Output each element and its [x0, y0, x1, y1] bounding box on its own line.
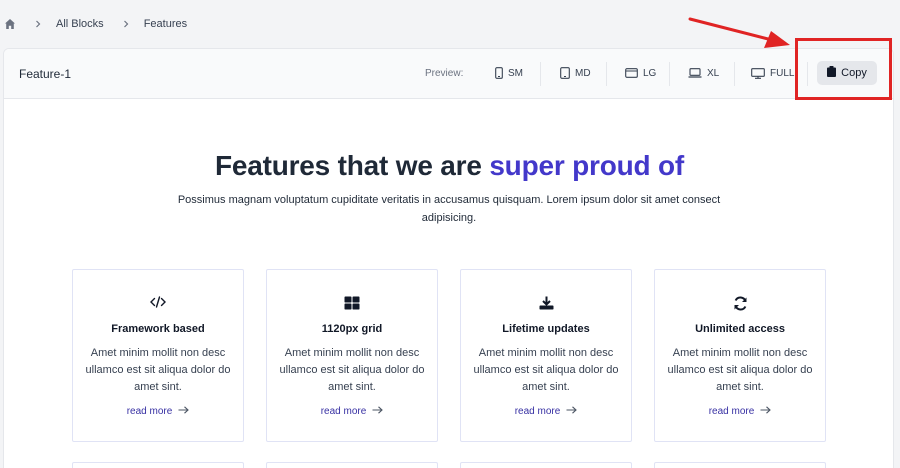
arrow-right-icon	[760, 406, 772, 417]
arrow-right-icon	[372, 406, 384, 417]
preview-toolbar: Feature-1 Preview: SM MD LG XL FULL Copy	[4, 49, 893, 99]
preview-xl-button[interactable]: XL	[688, 64, 719, 82]
phone-icon	[495, 67, 503, 79]
preview-xl-label: XL	[707, 67, 720, 79]
feature-card: 1120px grid Amet minim mollit non desc u…	[266, 269, 438, 442]
feature-card-next-row	[460, 462, 632, 468]
read-more-label: read more	[320, 406, 367, 417]
preview-md-button[interactable]: MD	[560, 64, 591, 82]
arrow-right-icon	[566, 406, 578, 417]
feature-card-body: Amet minim mollit non desc ullamco est s…	[473, 347, 619, 393]
feature-card-next-row	[72, 462, 244, 468]
preview-lg-label: LG	[643, 67, 657, 79]
feature-card-next-row	[654, 462, 826, 468]
read-more-label: read more	[126, 406, 173, 417]
preview-lg-button[interactable]: LG	[625, 64, 656, 82]
laptop-icon	[688, 68, 702, 78]
feature-card: Unlimited access Amet minim mollit non d…	[654, 269, 826, 442]
arrow-right-icon	[178, 406, 190, 417]
feature-card-title: Lifetime updates	[502, 323, 590, 335]
preview-label: Preview:	[425, 68, 464, 79]
section-title-main: Features that we are	[214, 150, 482, 181]
feature-card-body: Amet minim mollit non desc ullamco est s…	[667, 347, 813, 393]
feature-card-body: Amet minim mollit non desc ullamco est s…	[85, 347, 231, 393]
download-icon	[461, 296, 631, 310]
grid-icon	[267, 296, 437, 310]
breadcrumb-current: Features	[143, 18, 188, 30]
read-more-link[interactable]: read more	[73, 406, 243, 417]
tablet-icon	[560, 67, 570, 79]
feature-section: Features that we are super proud of Poss…	[4, 99, 893, 468]
feature-card-next-row	[266, 462, 438, 468]
feature-card-title: Framework based	[111, 323, 205, 335]
read-more-label: read more	[514, 406, 561, 417]
feature-card-title: Unlimited access	[695, 323, 785, 335]
section-title-accent: super proud of	[489, 150, 685, 181]
chevron-right-icon	[34, 20, 42, 28]
breadcrumb: All Blocks Features	[4, 14, 187, 34]
refresh-icon	[655, 296, 825, 311]
chevron-right-icon	[122, 20, 130, 28]
section-title: Features that we are super proud of	[4, 150, 893, 182]
block-preview-frame: Feature-1 Preview: SM MD LG XL FULL Copy…	[3, 48, 894, 468]
read-more-link[interactable]: read more	[267, 406, 437, 417]
block-title: Feature-1	[19, 66, 72, 81]
tablet-landscape-icon	[625, 68, 638, 78]
feature-card-body: Amet minim mollit non desc ullamco est s…	[279, 347, 425, 393]
preview-md-label: MD	[575, 67, 591, 79]
code-icon	[73, 296, 243, 308]
breadcrumb-all-blocks[interactable]: All Blocks	[56, 18, 104, 30]
read-more-label: read more	[708, 406, 755, 417]
feature-card: Framework based Amet minim mollit non de…	[72, 269, 244, 442]
read-more-link[interactable]: read more	[655, 406, 825, 417]
desktop-icon	[751, 67, 765, 79]
feature-card: Lifetime updates Amet minim mollit non d…	[460, 269, 632, 442]
annotation-highlight-box	[795, 38, 892, 100]
preview-full-button[interactable]: FULL	[751, 64, 794, 82]
home-icon[interactable]	[4, 18, 16, 30]
preview-sm-label: SM	[508, 67, 523, 79]
section-subtitle: Possimus magnam voluptatum cupiditate ve…	[177, 194, 721, 224]
preview-full-label: FULL	[770, 67, 795, 79]
preview-sm-button[interactable]: SM	[495, 64, 523, 82]
read-more-link[interactable]: read more	[461, 406, 631, 417]
feature-card-title: 1120px grid	[321, 323, 383, 335]
